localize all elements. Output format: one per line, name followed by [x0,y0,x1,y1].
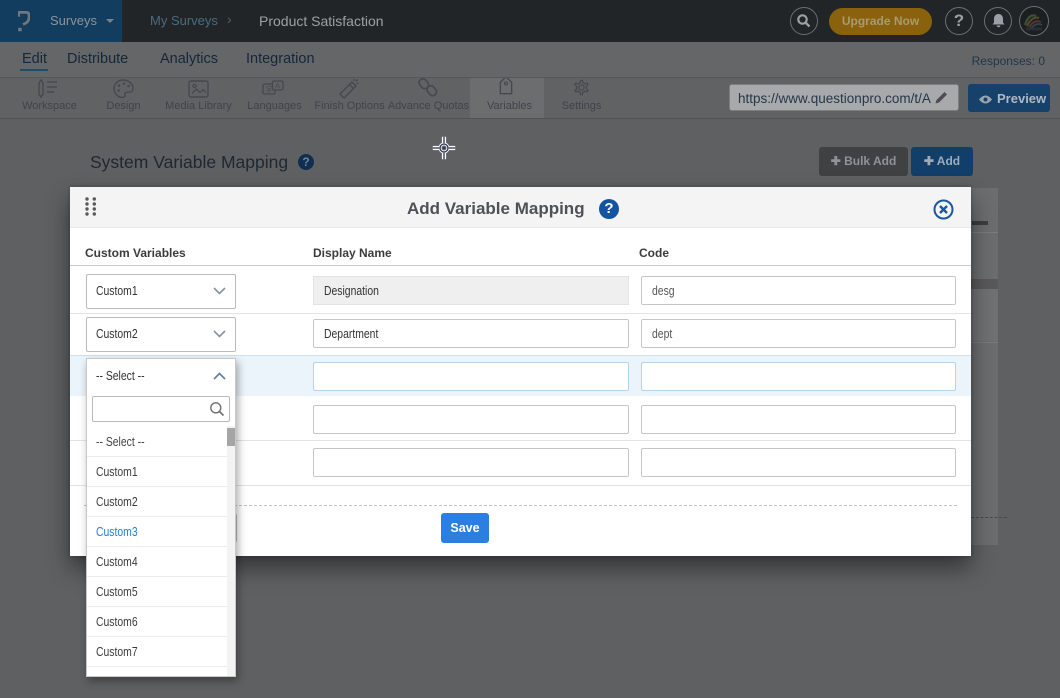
svg-text:字: 字 [265,84,273,94]
svg-text:A: A [275,83,280,90]
